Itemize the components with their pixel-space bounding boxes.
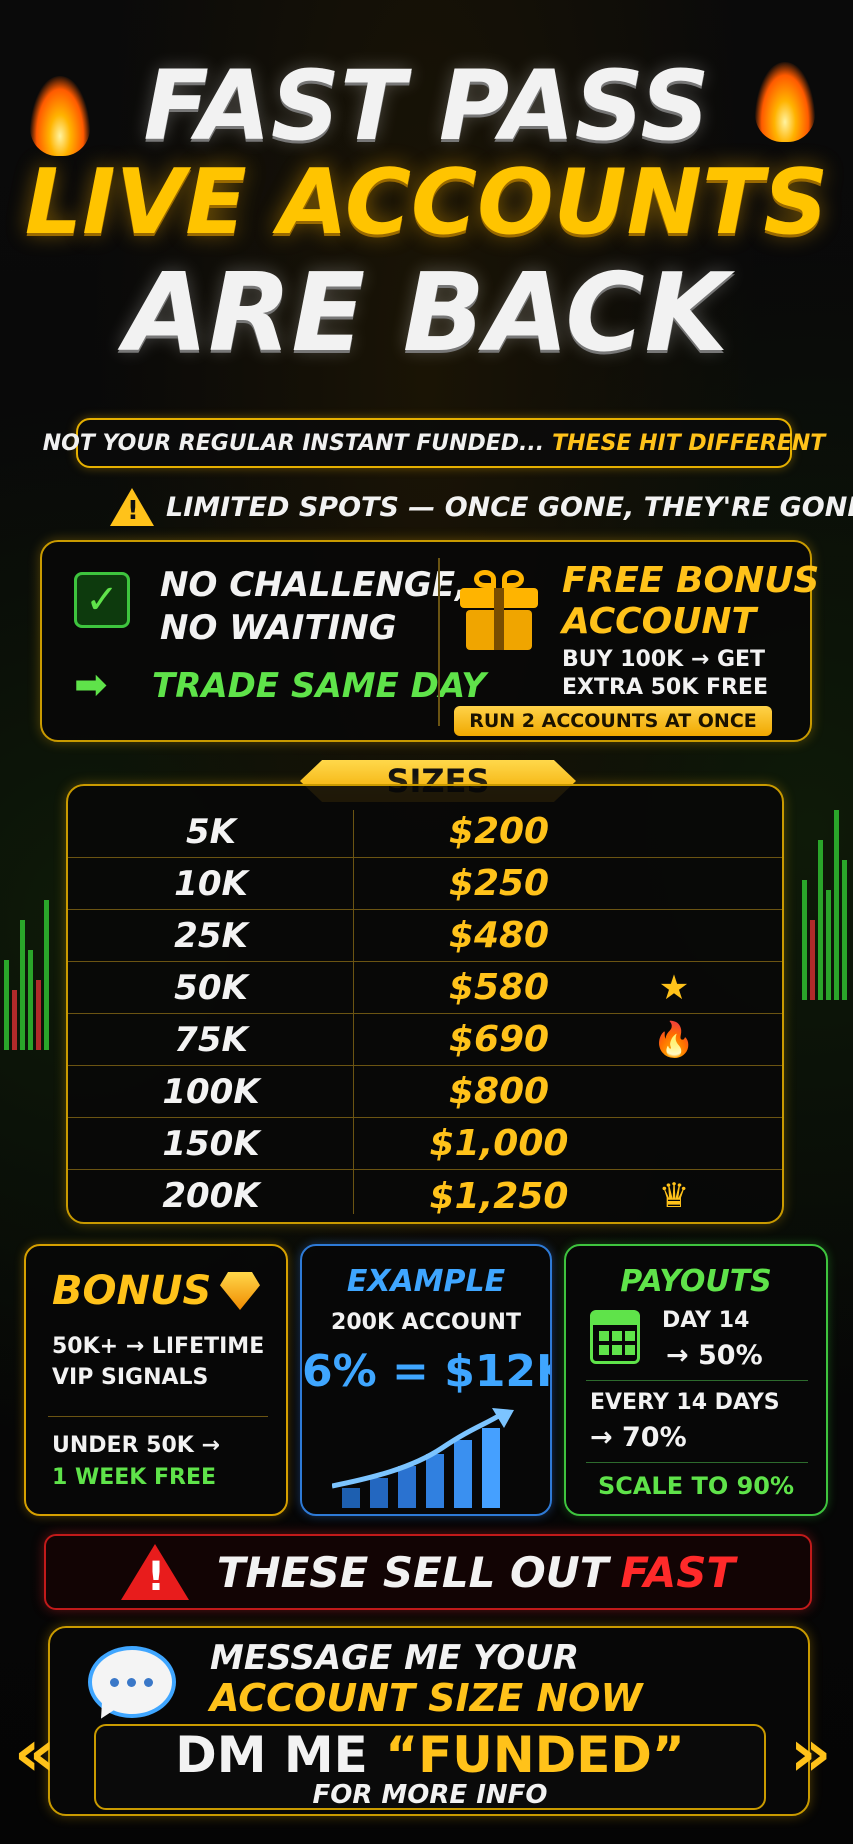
tagline-gold: THESE HIT DIFFERENT [552,430,826,456]
sizes-table: 5K $200 10K $250 25K $480 50K $580 ★ 75K $690 🔥 100K… [66,784,784,1224]
arrow-right-icon: ➡ [74,662,108,708]
feature-no-waiting: NO WAITING [160,607,397,648]
size-label: 5K [185,811,236,852]
size-row: 100K $800 [68,1066,782,1118]
limited-spots-text: LIMITED SPOTS — ONCE GONE, THEY'RE GONE [166,491,853,523]
payouts-divider-2 [586,1462,808,1463]
fire-icon: 🔥 [652,1019,696,1060]
example-card: EXAMPLE 200K ACCOUNT 6% = $12K [300,1244,552,1516]
headline-line1: FAST PASS [143,50,710,162]
size-row: 150K $1,000 [68,1118,782,1170]
dm-me-text: DM ME [175,1726,368,1784]
size-price: $480 [448,915,550,956]
diamond-icon [220,1272,260,1310]
alert-icon [120,1544,189,1600]
size-label: 25K [174,915,248,956]
size-price: $250 [448,863,550,904]
bonus-card-line1: 50K+ → LIFETIME [52,1334,265,1359]
size-label: 10K [174,863,248,904]
bonus-card-divider [48,1416,268,1417]
headline-line2: LIVE ACCOUNTS [24,150,829,255]
payouts-every-value: → 70% [590,1422,687,1453]
size-price: $800 [448,1071,550,1112]
left-candles-decoration [2,790,52,1050]
warning-icon [110,488,154,526]
chat-bubble-icon [92,1650,172,1724]
bonus-desc-line1: BUY 100K → GET [562,647,766,672]
size-row: 50K $580 ★ [68,962,782,1014]
feature-trade-same-day: TRADE SAME DAY [152,666,486,706]
headline-line3: ARE BACK [124,251,729,376]
star-icon: ★ [658,967,690,1008]
size-price: $580 [448,967,550,1008]
payouts-day-label: DAY 14 [662,1308,750,1333]
chevron-right-icon: » [790,1717,832,1791]
bonus-card-line2: VIP SIGNALS [52,1364,209,1390]
example-card-subtitle: 200K ACCOUNT [331,1310,521,1335]
size-price: $200 [448,811,550,852]
tagline-white: NOT YOUR REGULAR INSTANT FUNDED... [42,430,545,456]
size-row: 10K $250 [68,858,782,910]
size-row: 25K $480 [68,910,782,962]
size-price: $690 [448,1019,550,1060]
example-card-formula: 6% = $12K [302,1346,552,1397]
run-two-accounts-tag: RUN 2 ACCOUNTS AT ONCE [454,706,772,736]
payouts-divider-1 [586,1380,808,1381]
bonus-card: BONUS 50K+ → LIFETIME VIP SIGNALS UNDER … [24,1244,288,1516]
growth-chart-icon [332,1408,514,1508]
features-panel: ✓ NO CHALLENGE, NO WAITING ➡ TRADE SAME … [40,540,819,742]
size-price: $1,250 [429,1175,569,1217]
size-label: 75K [174,1019,248,1060]
cta-line2: ACCOUNT SIZE NOW [210,1676,643,1720]
bonus-card-title: BONUS [52,1268,212,1314]
bonus-card-line4: 1 WEEK FREE [52,1464,217,1490]
bonus-card-line3: UNDER 50K → [52,1433,220,1458]
features-divider [438,558,440,726]
bonus-desc-line2: EXTRA 50K FREE [562,674,768,700]
example-card-title: EXAMPLE [346,1264,506,1299]
crown-icon: ♛ [658,1176,690,1216]
sellout-banner: THESE SELL OUT FAST [44,1534,812,1610]
feature-no-challenge: NO CHALLENGE, [160,565,468,605]
chevron-left-icon: « [14,1717,56,1791]
cta-line1: MESSAGE ME YOUR [210,1638,580,1678]
payouts-day-value: → 50% [666,1340,763,1371]
bonus-title-line1: FREE BONUS [562,560,820,601]
sellout-white: THESE SELL OUT [216,1547,609,1597]
payouts-scale: SCALE TO 90% [597,1472,795,1500]
right-candles-decoration [800,740,850,1000]
check-icon: ✓ [74,572,130,628]
payouts-card: PAYOUTS DAY 14 → 50% EVERY 14 DAYS → 70%… [564,1244,828,1516]
funded-keyword: “FUNDED” [385,1726,685,1784]
tagline-pill: NOT YOUR REGULAR INSTANT FUNDED... THESE… [43,418,825,468]
size-row: 75K $690 🔥 [68,1014,782,1066]
dm-funded-box[interactable]: DM ME “FUNDED” FOR MORE INFO [94,1724,766,1810]
gift-icon [460,570,538,650]
size-label: 150K [162,1123,260,1164]
size-label: 50K [174,967,248,1008]
size-price: $1,000 [429,1123,569,1164]
payouts-card-title: PAYOUTS [620,1264,772,1299]
bonus-title-line2: ACCOUNT [562,601,757,643]
size-row: 200K $1,250 ♛ [68,1170,782,1222]
size-label: 200K [162,1176,260,1216]
size-label: 100K [162,1071,260,1112]
size-row: 5K $200 [68,806,782,858]
cta-panel: MESSAGE ME YOUR ACCOUNT SIZE NOW DM ME “… [48,1626,810,1816]
limited-spots-row: LIMITED SPOTS — ONCE GONE, THEY'RE GONE [110,484,853,530]
more-info-text: FOR MORE INFO [312,1780,548,1810]
payouts-every-label: EVERY 14 DAYS [590,1390,780,1415]
sellout-red: FAST [620,1547,736,1597]
calendar-icon [590,1310,640,1364]
